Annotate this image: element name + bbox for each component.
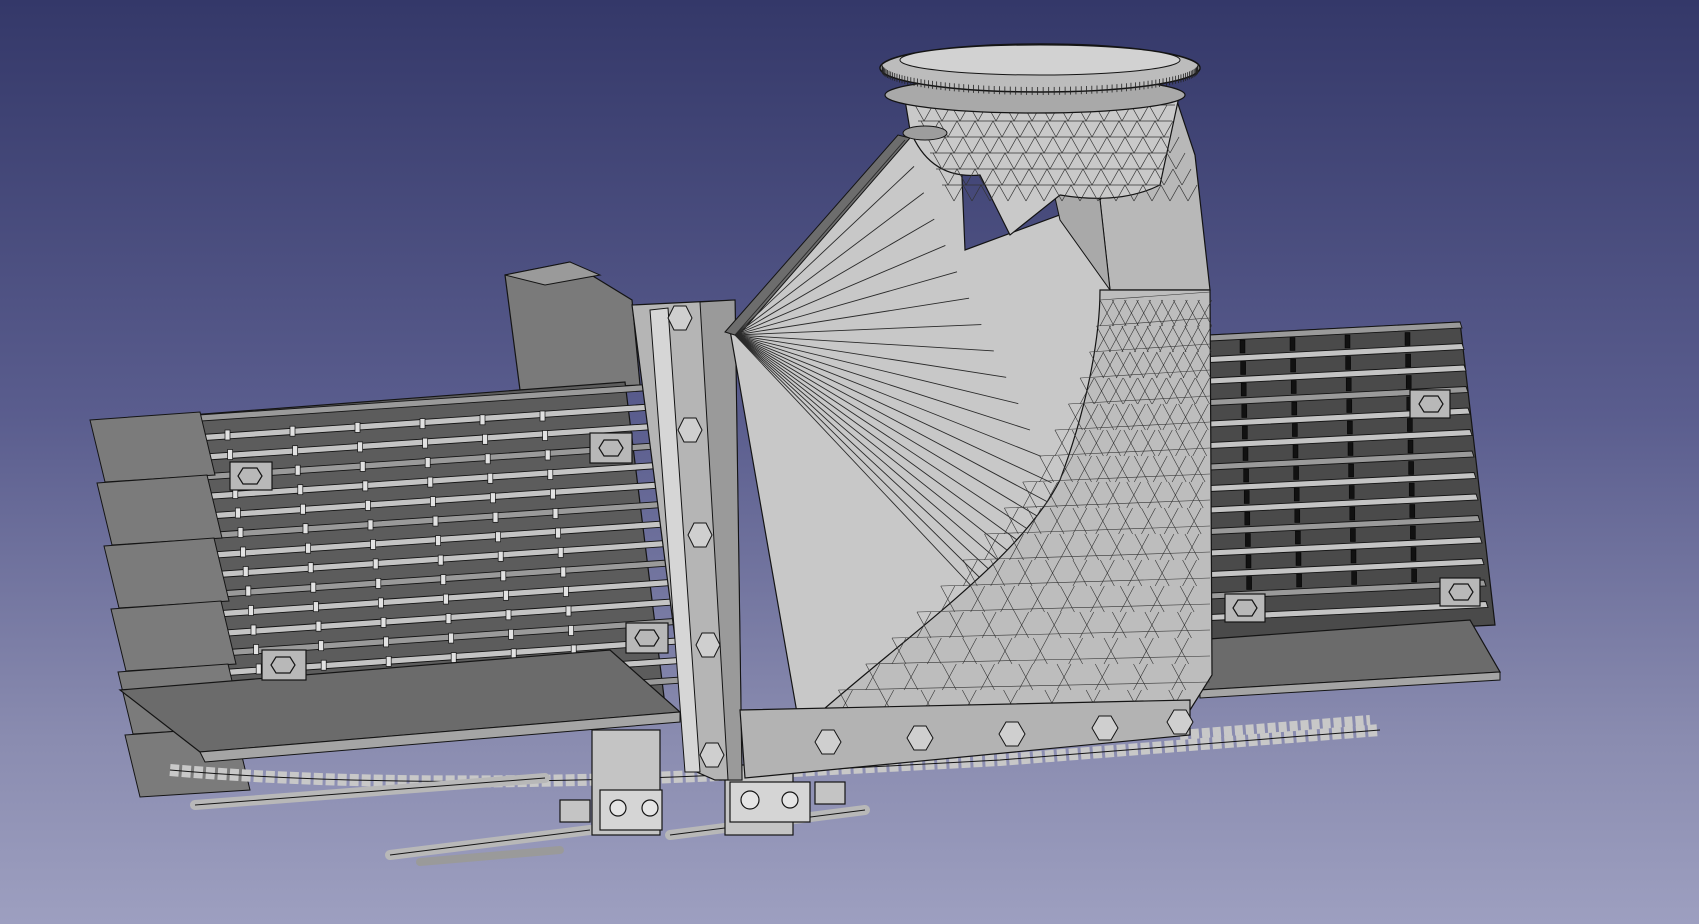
left-rear-block bbox=[504, 261, 641, 391]
left-fin-stack[interactable] bbox=[89, 261, 691, 798]
3d-model-render[interactable] bbox=[0, 0, 1699, 924]
3d-viewport[interactable] bbox=[0, 0, 1699, 924]
top-ring-inner bbox=[899, 44, 1181, 76]
right-fin-stack[interactable] bbox=[1194, 321, 1502, 699]
duct-hood[interactable] bbox=[724, 93, 1213, 779]
